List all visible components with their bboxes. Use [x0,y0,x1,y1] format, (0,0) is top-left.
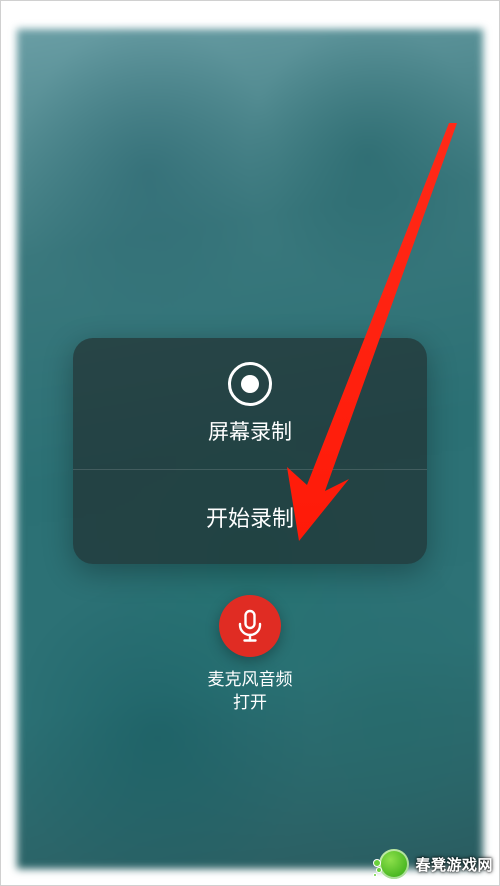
screen-record-card: 屏幕录制 开始录制 [73,338,427,564]
watermark-text: 春凳游戏网 [415,854,493,875]
card-header: 屏幕录制 [73,338,427,470]
microphone-label: 麦克风音频 [208,669,293,692]
record-icon [228,362,272,406]
microphone-icon [235,609,265,643]
start-record-label: 开始录制 [206,501,294,533]
watermark: 春凳游戏网 [369,845,499,885]
microphone-status: 麦克风音频 打开 [208,669,293,715]
microphone-toggle-button[interactable] [219,595,281,657]
record-icon-dot [241,375,259,393]
watermark-logo-icon [379,849,409,879]
start-record-button[interactable]: 开始录制 [73,470,427,564]
device-frame: 屏幕录制 开始录制 麦克风音频 打开 春凳 [0,0,500,886]
watermark-logo-bubbles [373,859,383,877]
microphone-state: 打开 [208,692,293,715]
card-title: 屏幕录制 [208,416,292,446]
